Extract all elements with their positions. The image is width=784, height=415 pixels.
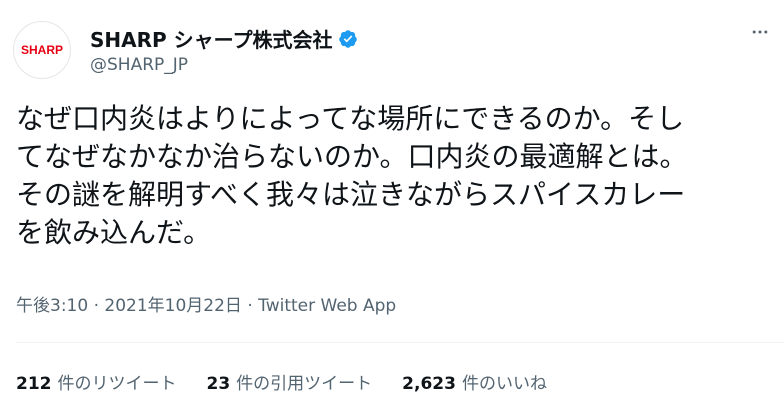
likes-count: 2,623 [402,374,456,394]
retweets-stat[interactable]: 212 件のリツイート [16,369,177,394]
quote-tweets-stat[interactable]: 23 件の引用ツイート [207,369,373,394]
author-display-name: SHARP シャープ株式会社 [90,28,333,52]
tweet-text: なぜ口内炎はよりによってな場所にできるのか。そし てなぜなかなか治らないのか。口… [16,100,776,252]
retweets-count: 212 [16,374,52,394]
more-dots-icon [752,30,768,34]
tweet-text-line: を飲み込んだ。 [16,216,212,249]
retweets-label: 件のリツイート [57,374,177,394]
tweet: SHARP SHARP シャープ株式会社 @SHARP_JP なぜ口内炎はよりに… [0,0,784,415]
tweet-text-line: その謎を解明すべく我々は泣きながらスパイスカレー [16,178,686,211]
tweet-time[interactable]: 午後3:10 [16,296,88,316]
divider [16,342,784,343]
quote-tweets-label: 件の引用ツイート [236,374,373,394]
author-handle[interactable]: @SHARP_JP [90,55,188,75]
meta-separator: · [93,296,99,316]
likes-stat[interactable]: 2,623 件のいいね [402,369,547,394]
avatar[interactable]: SHARP [13,21,71,79]
more-options-button[interactable] [744,16,776,48]
sharp-logo: SHARP [20,43,63,57]
tweet-source[interactable]: Twitter Web App [258,296,396,316]
tweet-stats: 212 件のリツイート 23 件の引用ツイート 2,623 件のいいね [16,369,547,394]
tweet-text-line: なぜ口内炎はよりによってな場所にできるのか。そし [16,102,685,135]
tweet-date[interactable]: 2021年10月22日 [104,296,242,316]
author-name-row[interactable]: SHARP シャープ株式会社 [90,24,358,53]
tweet-text-line: てなぜなかなか治らないのか。口内炎の最適解とは。 [16,140,688,173]
quote-tweets-count: 23 [206,374,231,394]
tweet-metadata: 午後3:10 · 2021年10月22日 · Twitter Web App [16,291,396,316]
likes-label: 件のいいね [461,374,547,394]
verified-badge-icon [339,29,358,48]
meta-separator: · [247,296,253,316]
